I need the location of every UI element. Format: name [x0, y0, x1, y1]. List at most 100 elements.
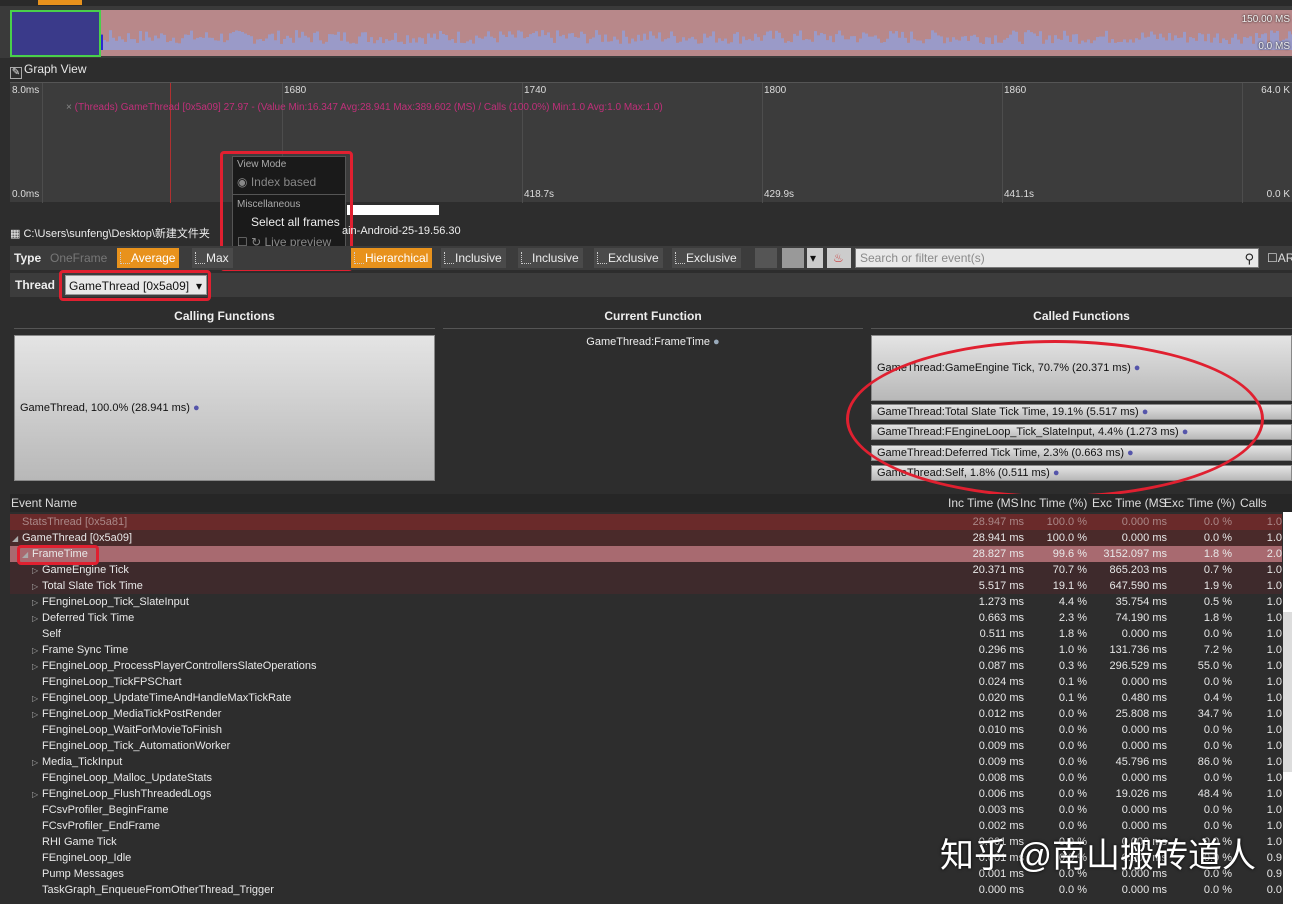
- overview-bar: [409, 42, 412, 50]
- cell-c5: 1.0: [1266, 804, 1282, 816]
- scrollbar-thumb[interactable]: [1283, 612, 1292, 772]
- cell-c3: 0.000 ms: [1121, 628, 1167, 640]
- cell-c1: 0.296 ms: [978, 644, 1024, 656]
- overview-bar: [1072, 34, 1075, 50]
- table-row[interactable]: FEngineLoop_Malloc_UpdateStats 0.008 ms 0.…: [10, 770, 1282, 786]
- max-button[interactable]: Max: [192, 248, 233, 268]
- table-row[interactable]: ▷ FEngineLoop_FlushThreadedLogs 0.006 ms 0.…: [10, 786, 1282, 802]
- overview-bar: [172, 37, 175, 50]
- graph-view-panel[interactable]: 8.0ms 0.0ms 64.0 K 0.0 K 1680 1740 1800 …: [10, 82, 1292, 203]
- close-series-icon[interactable]: ×: [66, 102, 75, 113]
- table-scrollbar[interactable]: [1283, 512, 1292, 904]
- average-button[interactable]: Average: [117, 248, 180, 268]
- cell-c5: 1.0: [1266, 772, 1282, 784]
- table-row[interactable]: FCsvProfiler_BeginFrame 0.003 ms 0.0 % 0.00…: [10, 802, 1282, 818]
- cell-c2: 4.4 %: [1058, 596, 1087, 608]
- filter-icon[interactable]: [755, 248, 777, 268]
- search-icon[interactable]: ⚲: [1244, 250, 1254, 268]
- col-inc-time-pct[interactable]: Inc Time (%): [1020, 496, 1087, 510]
- table-row[interactable]: TaskGraph_EnqueueFromOtherThread_Trigger…: [10, 882, 1282, 898]
- cell-c1: 0.010 ms: [978, 724, 1024, 736]
- inclusive-button-2[interactable]: Inclusive: [518, 248, 583, 268]
- checkbox-icon[interactable]: ☐: [1267, 251, 1278, 265]
- expand-arrow-icon[interactable]: ▷: [32, 787, 42, 803]
- expand-arrow-icon[interactable]: ▷: [32, 659, 42, 675]
- overview-bar: [1033, 33, 1036, 50]
- expand-arrow-icon[interactable]: ▷: [32, 755, 42, 771]
- search-input[interactable]: Search or filter event(s) ⚲: [855, 248, 1259, 268]
- cell-c5: 1.0: [1266, 612, 1282, 624]
- overview-bar: [1018, 41, 1021, 50]
- col-event-name[interactable]: Event Name: [11, 496, 77, 510]
- expand-arrow-icon[interactable]: ▷: [32, 579, 42, 595]
- graph-view-toggle-icon[interactable]: ✎: [10, 67, 22, 79]
- table-row[interactable]: ▷ FEngineLoop_ProcessPlayerControllersSla…: [10, 658, 1282, 674]
- table-row[interactable]: FEngineLoop_TickFPSChart 0.024 ms 0.1 % 0.0…: [10, 674, 1282, 690]
- cell-c3: 0.000 ms: [1121, 772, 1167, 784]
- overview-bar: [154, 35, 157, 50]
- overview-bar: [1054, 35, 1057, 50]
- active-tab-indicator[interactable]: [38, 0, 82, 5]
- overview-bar: [1225, 40, 1228, 50]
- table-row[interactable]: ▷ Deferred Tick Time 0.663 ms 2.3 % 74.190 m…: [10, 610, 1282, 626]
- hierarchical-button[interactable]: Hierarchical: [351, 248, 433, 268]
- fire-icon[interactable]: ♨: [827, 248, 851, 268]
- ar-checkbox[interactable]: ☐AR: [1263, 248, 1292, 268]
- table-row[interactable]: ▷ FEngineLoop_MediaTickPostRender 0.012 ms…: [10, 706, 1282, 722]
- expand-arrow-icon[interactable]: ▷: [32, 643, 42, 659]
- overview-bar: [235, 30, 238, 50]
- table-row[interactable]: StatsThread [0x5a81] 28.947 ms 100.0 % 0.00…: [10, 514, 1282, 530]
- dropdown-arrow-icon[interactable]: ▾: [807, 248, 823, 268]
- refresh-icon[interactable]: [782, 248, 804, 268]
- table-row[interactable]: ▷ Media_TickInput 0.009 ms 0.0 % 45.796 ms 86…: [10, 754, 1282, 770]
- expand-arrow-icon[interactable]: ▷: [32, 563, 42, 579]
- inclusive-button[interactable]: Inclusive: [441, 248, 506, 268]
- col-exc-time-pct[interactable]: Exc Time (%): [1164, 496, 1235, 510]
- exclusive-button-2[interactable]: Exclusive: [672, 248, 741, 268]
- table-row[interactable]: ▷ FEngineLoop_Tick_SlateInput 1.273 ms 4.4 …: [10, 594, 1282, 610]
- exclusive-button[interactable]: Exclusive: [594, 248, 663, 268]
- table-row[interactable]: ▷ Total Slate Tick Time 5.517 ms 19.1 % 647.…: [10, 578, 1282, 594]
- expand-arrow-icon[interactable]: ▷: [32, 595, 42, 611]
- table-row[interactable]: Self 0.511 ms 1.8 % 0.000 ms 0.0 % 1.0: [10, 626, 1282, 642]
- one-frame-button[interactable]: OneFrame: [46, 248, 112, 268]
- current-function-box[interactable]: GameThread:FrameTime ●: [443, 336, 863, 348]
- table-row[interactable]: ▷ GameEngine Tick 20.371 ms 70.7 % 865.203 m…: [10, 562, 1282, 578]
- col-calls[interactable]: Calls: [1240, 496, 1267, 510]
- overview-bar: [1177, 37, 1180, 50]
- col-inc-time-ms[interactable]: Inc Time (MS: [948, 496, 1019, 510]
- overview-bar: [265, 38, 268, 50]
- table-row[interactable]: FEngineLoop_WaitForMovieToFinish 0.010 ms…: [10, 722, 1282, 738]
- overview-bar: [991, 43, 994, 50]
- col-exc-time-ms[interactable]: Exc Time (MS: [1092, 496, 1167, 510]
- overview-bar: [538, 36, 541, 50]
- table-row[interactable]: FEngineLoop_Tick_AutomationWorker 0.009 m…: [10, 738, 1282, 754]
- table-row[interactable]: ▷ Frame Sync Time 0.296 ms 1.0 % 131.736 ms 7…: [10, 642, 1282, 658]
- table-row[interactable]: ◢ FrameTime 28.827 ms 99.6 % 3152.097 ms 1.8 …: [10, 546, 1282, 562]
- event-name: FCsvProfiler_BeginFrame: [32, 802, 169, 818]
- calling-function-box[interactable]: GameThread, 100.0% (28.941 ms) ●: [14, 335, 435, 481]
- overview-bar: [127, 33, 130, 50]
- overview-selection-window[interactable]: [10, 10, 101, 57]
- series-info[interactable]: × (Threads) GameThread [0x5a09] 27.97 - …: [66, 102, 663, 113]
- expand-arrow-icon[interactable]: ▷: [32, 691, 42, 707]
- graph-scrollbar[interactable]: [347, 205, 439, 215]
- overview-bar: [820, 32, 823, 50]
- overview-bar: [520, 31, 523, 50]
- overview-bar: [823, 34, 826, 50]
- top-tab-strip: [0, 0, 1292, 6]
- overview-bar: [1222, 38, 1225, 50]
- table-row[interactable]: ◢ GameThread [0x5a09] 28.941 ms 100.0 % 0.00…: [10, 530, 1282, 546]
- overview-bar: [523, 38, 526, 50]
- overview-bar: [466, 41, 469, 50]
- cell-c1: 0.511 ms: [979, 628, 1024, 640]
- expand-arrow-icon[interactable]: ▷: [32, 611, 42, 627]
- overview-bar: [307, 37, 310, 50]
- graph-view-title[interactable]: ✎ Graph View: [10, 62, 86, 79]
- table-row[interactable]: ▷ FEngineLoop_UpdateTimeAndHandleMaxTickR…: [10, 690, 1282, 706]
- overview-bar: [877, 38, 880, 50]
- frame-overview-timeline[interactable]: 150.00 MS 0.0 MS: [0, 0, 1292, 58]
- overview-bar: [355, 43, 358, 50]
- expand-arrow-icon[interactable]: ▷: [32, 707, 42, 723]
- overview-bar: [754, 33, 757, 50]
